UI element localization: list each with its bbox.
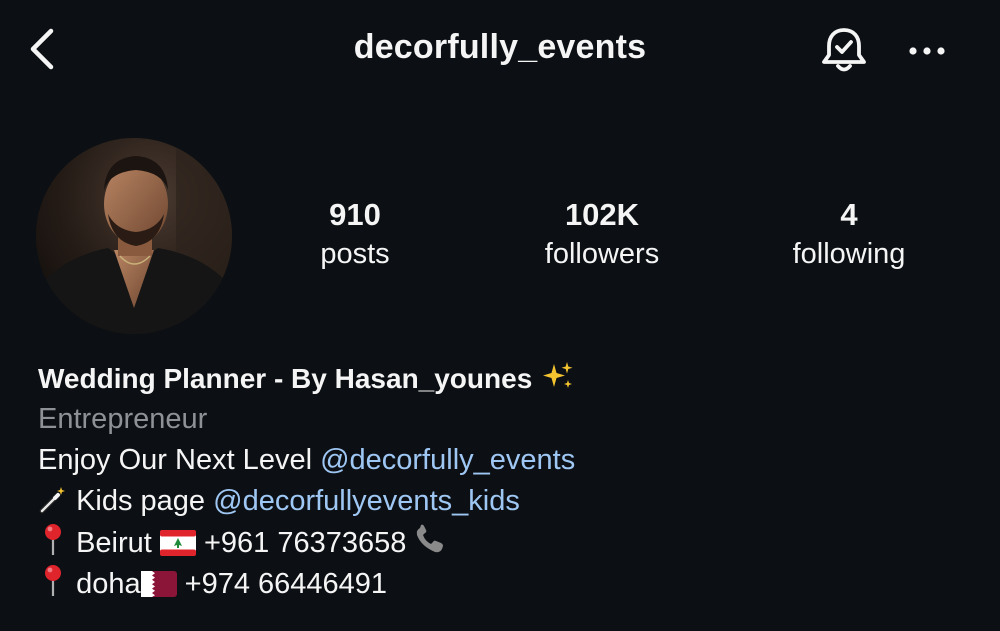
following-label: following [792, 238, 906, 270]
following-stat[interactable]: 4 following [749, 196, 949, 274]
profile-bio: Wedding Planner - By Hasan_younes Entrep… [38, 358, 978, 604]
bio-line-enjoy: Enjoy Our Next Level @decorfully_events [38, 440, 978, 481]
bio-city-beirut: Beirut [76, 527, 152, 559]
more-options-button[interactable] [906, 36, 948, 66]
bio-category: Entrepreneur [38, 403, 208, 435]
followers-count: 102K [564, 197, 640, 232]
mention-link-decorfullyevents-kids[interactable]: @decorfullyevents_kids [213, 485, 520, 517]
bio-line-beirut: Beirut +961 76373658 [38, 522, 978, 563]
profile-avatar[interactable] [36, 138, 232, 334]
profile-page: decorfully_events 910 posts 102K followe… [0, 0, 1000, 631]
posts-label: posts [320, 238, 390, 270]
sparkles-icon [540, 360, 576, 403]
bell-check-icon [822, 28, 866, 72]
notifications-button[interactable] [818, 24, 870, 76]
followers-label: followers [544, 238, 660, 270]
bio-name-line: Wedding Planner - By Hasan_younes [38, 358, 978, 399]
magic-wand-icon [38, 484, 68, 526]
ellipsis-icon [909, 47, 945, 55]
posts-stat[interactable]: 910 posts [255, 196, 455, 274]
flag-qatar-icon [140, 568, 177, 609]
bio-name: Wedding Planner - By Hasan_younes [38, 363, 533, 394]
round-pushpin-icon [38, 522, 68, 568]
profile-header: decorfully_events [0, 0, 1000, 100]
round-pushpin-icon [38, 563, 68, 609]
posts-count: 910 [329, 197, 381, 232]
bio-city-doha: doha [76, 568, 141, 600]
mention-link-decorfully-events[interactable]: @decorfully_events [320, 444, 575, 476]
bio-line-doha: doha +974 66446491 [38, 563, 978, 604]
flag-lebanon-icon [159, 527, 196, 568]
telephone-receiver-icon [414, 524, 448, 568]
followers-stat[interactable]: 102K followers [502, 196, 702, 274]
bio-line-kids: Kids page @decorfullyevents_kids [38, 481, 978, 522]
bio-phone-beirut[interactable]: +961 76373658 [204, 527, 406, 559]
following-count: 4 [840, 197, 858, 232]
bio-line-enjoy-text: Enjoy Our Next Level [38, 444, 313, 476]
bio-line-kids-text: Kids page [76, 485, 206, 517]
avatar-photo [36, 138, 232, 334]
bio-phone-doha[interactable]: +974 66446491 [185, 568, 387, 600]
